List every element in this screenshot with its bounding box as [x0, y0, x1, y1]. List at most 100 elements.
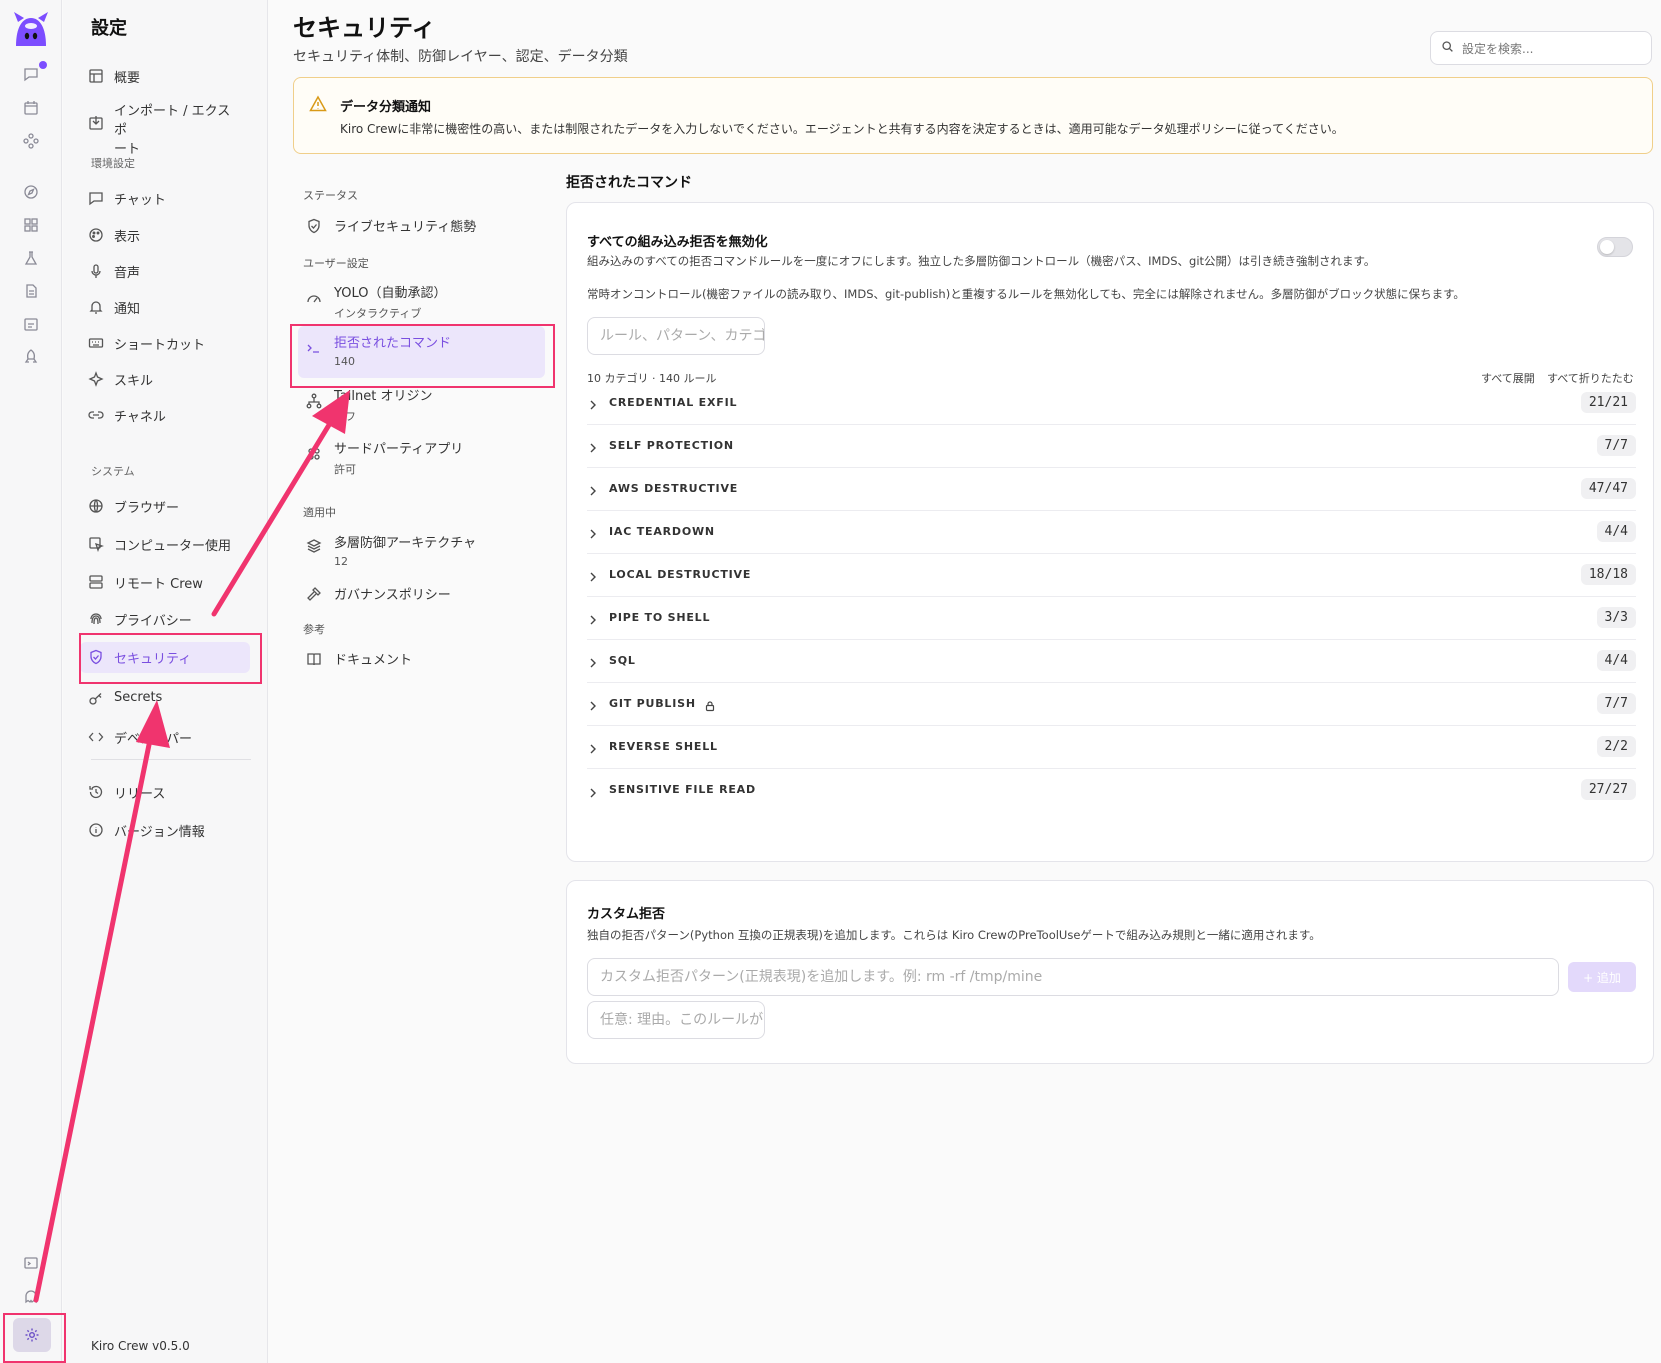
- app-logo-icon[interactable]: [10, 8, 52, 50]
- sidebar-item-voice[interactable]: 音声: [80, 256, 250, 287]
- rule-filter-input[interactable]: ルール、パターン、カテゴリ: [587, 317, 765, 355]
- subnav-docs[interactable]: ドキュメント: [298, 643, 545, 674]
- subnav-defense-in-depth[interactable]: 多層防御アーキテクチャ 12: [298, 526, 545, 574]
- category-row[interactable]: SELF PROTECTION 7/7: [587, 423, 1636, 468]
- sidebar-item-label: ブラウザー: [114, 501, 180, 516]
- sidebar-divider: [91, 759, 251, 760]
- sidebar-item-label: チャネル: [114, 410, 166, 425]
- subnav-label: YOLO（自動承認）: [334, 286, 447, 301]
- section-user-settings: ユーザー設定: [303, 257, 369, 270]
- section-applied: 適用中: [303, 506, 336, 519]
- sidebar-title: 設定: [91, 18, 127, 39]
- subnav-governance-policy[interactable]: ガバナンスポリシー: [298, 578, 545, 609]
- subnav-label: 多層防御アーキテクチャ: [334, 536, 477, 551]
- category-row[interactable]: SQL 4/4: [587, 638, 1636, 683]
- category-count-badge: 47/47: [1580, 477, 1636, 499]
- icon-rail: [0, 0, 62, 1363]
- info-icon: [88, 822, 104, 838]
- disable-all-toggle[interactable]: [1597, 237, 1633, 257]
- sidebar-item-skills[interactable]: スキル: [80, 364, 250, 395]
- sidebar-item-secrets[interactable]: Secrets: [80, 684, 250, 713]
- category-count-badge: 21/21: [1580, 391, 1636, 413]
- category-row[interactable]: SENSITIVE FILE READ 27/27: [587, 767, 1636, 812]
- category-row[interactable]: IAC TEARDOWN 4/4: [587, 509, 1636, 554]
- code-icon: [88, 729, 104, 745]
- chevron-right-icon: [587, 740, 599, 754]
- sidebar-item-shortcuts[interactable]: ショートカット: [80, 328, 250, 359]
- sidebar-item-computer-use[interactable]: コンピューター使用: [80, 529, 250, 560]
- subnav-label: 拒否されたコマンド: [334, 336, 452, 351]
- sidebar-item-chat[interactable]: チャット: [80, 183, 250, 214]
- subnav-tailnet-origin[interactable]: Tailnet オリジン オフ: [298, 379, 545, 430]
- category-row[interactable]: PIPE TO SHELL 3/3: [587, 595, 1636, 640]
- document-icon[interactable]: [21, 281, 41, 301]
- subnav-denied-commands[interactable]: 拒否されたコマンド 140: [298, 326, 545, 378]
- category-count-badge: 4/4: [1596, 520, 1636, 542]
- disable-all-note: 常時オンコントロール(機密ファイルの読み取り、IMDS、git-publish)…: [587, 287, 1465, 301]
- chevron-right-icon: [587, 439, 599, 453]
- sidebar-item-label: 通知: [114, 302, 141, 317]
- sidebar-item-display[interactable]: 表示: [80, 220, 250, 251]
- category-row[interactable]: REVERSE SHELL 2/2: [587, 724, 1636, 769]
- calendar-icon[interactable]: [21, 98, 41, 118]
- settings-search-input[interactable]: 設定を検索...: [1430, 31, 1652, 65]
- sidebar-item-label: ショートカット: [114, 338, 206, 353]
- category-name: SENSITIVE FILE READ: [609, 783, 756, 796]
- chat-icon: [88, 190, 104, 206]
- grid-icon[interactable]: [21, 215, 41, 235]
- compass-icon[interactable]: [21, 182, 41, 202]
- category-name: CREDENTIAL EXFIL: [609, 395, 738, 409]
- category-row[interactable]: GIT PUBLISH 7/7: [587, 681, 1636, 726]
- add-pattern-button[interactable]: + 追加: [1568, 962, 1636, 992]
- sidebar-item-browser[interactable]: ブラウザー: [80, 491, 250, 522]
- chevron-right-icon: [587, 568, 599, 582]
- sidebar-item-developer[interactable]: デベロッパー: [80, 722, 250, 753]
- custom-deny-title: カスタム拒否: [587, 907, 666, 922]
- sidebar-item-label: 概要: [114, 71, 141, 86]
- settings-gear-icon[interactable]: [13, 1318, 51, 1352]
- data-classification-notice: データ分類通知 Kiro Crewに非常に機密性の高い、または制限されたデータを…: [293, 77, 1653, 154]
- sidebar-item-version[interactable]: バージョン情報: [80, 815, 250, 846]
- sidebar-item-notifications[interactable]: 通知: [80, 292, 250, 323]
- category-count-badge: 7/7: [1596, 434, 1636, 456]
- sidebar-item-security[interactable]: セキュリティ: [80, 642, 250, 673]
- nodes-icon[interactable]: [21, 131, 41, 151]
- sidebar-item-remote-crew[interactable]: リモート Crew: [80, 567, 250, 598]
- flask-icon[interactable]: [21, 248, 41, 268]
- sidebar-item-label: リリース: [114, 787, 166, 802]
- mic-icon: [88, 263, 104, 279]
- notice-body: Kiro Crewに非常に機密性の高い、または制限されたデータを入力しないでくだ…: [340, 122, 1344, 136]
- category-row[interactable]: LOCAL DESTRUCTIVE 18/18: [587, 552, 1636, 597]
- subnav-yolo[interactable]: YOLO（自動承認） インタラクティブ: [298, 276, 545, 327]
- chat-icon[interactable]: [21, 64, 41, 84]
- subnav-live-posture[interactable]: ライブセキュリティ態勢: [298, 210, 545, 241]
- section-status: ステータス: [303, 189, 358, 202]
- sidebar-item-label: バージョン情報: [114, 825, 205, 840]
- custom-deny-desc: 独自の拒否パターン(Python 互換の正規表現)を追加します。これらは Kir…: [587, 928, 1321, 942]
- sidebar-item-privacy[interactable]: プライバシー: [80, 604, 250, 635]
- category-row[interactable]: CREDENTIAL EXFIL 21/21: [587, 380, 1636, 425]
- custom-pattern-input[interactable]: カスタム拒否パターン(正規表現)を追加します。例: rm -rf /tmp/mi…: [587, 958, 1559, 996]
- sidebar-item-label: Secrets: [114, 690, 163, 705]
- section-system: システム: [91, 465, 135, 478]
- chevron-right-icon: [587, 396, 599, 410]
- sidebar-item-channels[interactable]: チャネル: [80, 400, 250, 431]
- sidebar-item-label: スキル: [114, 374, 154, 389]
- category-row[interactable]: AWS DESTRUCTIVE 47/47: [587, 466, 1636, 511]
- chevron-right-icon: [587, 784, 599, 797]
- subnav-sub: インタラクティブ: [334, 307, 422, 320]
- schedule-icon[interactable]: [21, 314, 41, 334]
- subnav-sub: 140: [334, 355, 355, 368]
- sidebar-item-releases[interactable]: リリース: [80, 777, 250, 808]
- subnav-third-party-apps[interactable]: サードパーティアプリ 許可: [298, 432, 545, 483]
- category-name: PIPE TO SHELL: [609, 610, 711, 624]
- reason-input[interactable]: 任意: 理由。このルールが: [587, 1001, 765, 1039]
- rocket-icon[interactable]: [21, 347, 41, 367]
- palette-icon: [88, 227, 104, 243]
- search-placeholder: 設定を検索...: [1462, 41, 1534, 56]
- builtin-deny-card: すべての組み込み拒否を無効化 組み込みのすべての拒否コマンドルールを一度にオフに…: [566, 202, 1654, 862]
- sidebar-item-overview[interactable]: 概要: [80, 61, 250, 92]
- terminal-icon[interactable]: [21, 1253, 41, 1273]
- layout-icon: [88, 68, 104, 84]
- ghost-icon[interactable]: [21, 1286, 41, 1306]
